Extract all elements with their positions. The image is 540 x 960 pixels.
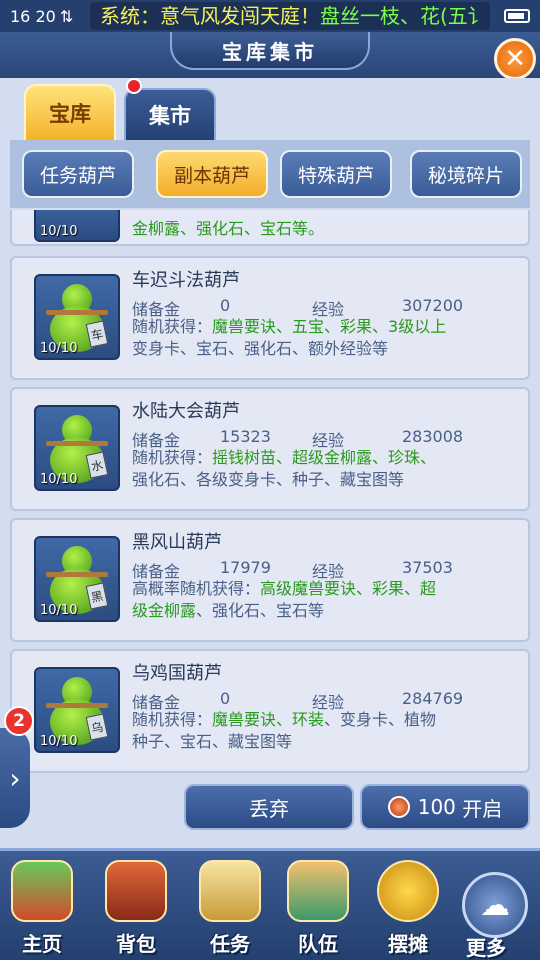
list-item[interactable]: 黑 10/10 黑风山葫芦 储备金 17979 经验 37503 高概率随机获得…	[10, 518, 530, 642]
item-count: 10/10	[40, 603, 78, 618]
item-drops: 随机获得：魔兽要诀、五宝、彩果、3级以上 变身卡、宝石、强化石、额外经验等	[132, 317, 447, 358]
nav-home[interactable]: 主页	[0, 860, 84, 960]
house-icon	[11, 860, 73, 922]
nav-label: 更多	[466, 936, 506, 960]
nav-label: 队伍	[298, 932, 338, 956]
nav-bag[interactable]: 背包	[94, 860, 178, 960]
nav-label: 任务	[210, 932, 250, 956]
team-icon	[287, 860, 349, 922]
exp-value: 307200	[402, 296, 464, 315]
exp-value: 283008	[402, 427, 464, 446]
item-name: 水陆大会葫芦	[132, 401, 240, 422]
nav-label: 主页	[22, 932, 62, 956]
exp-value: 284769	[402, 689, 464, 708]
item-count: 10/10	[40, 224, 78, 239]
tab-market[interactable]: 集市	[124, 88, 216, 142]
cloud-icon: ☁	[480, 887, 510, 923]
nav-label: 背包	[116, 932, 156, 956]
item-name: 黑风山葫芦	[132, 532, 222, 553]
chest-icon	[105, 860, 167, 922]
reserve-value: 17979	[220, 558, 271, 577]
notification-dot	[126, 78, 142, 94]
reserve-value: 0	[220, 689, 231, 708]
exp-value: 37503	[402, 558, 453, 577]
page-title: 宝库集市	[170, 32, 370, 70]
network-icon: ⇅	[59, 6, 74, 26]
gourd-list[interactable]: 10/10 金柳露、强化石、宝石等。 车 10/10 车迟斗法葫芦 储备金 0 …	[10, 210, 530, 780]
subtab-secret-fragment[interactable]: 秘境碎片	[410, 150, 522, 198]
item-count: 10/10	[40, 341, 78, 356]
coin-icon	[377, 860, 439, 922]
gourd-thumbnail: 水 10/10	[34, 405, 120, 491]
pot-icon	[387, 796, 410, 818]
system-marquee: 系统：意气风发闯天庭！盘丝一枝、花(五讠	[90, 2, 490, 30]
open-label: 开启	[462, 796, 503, 821]
item-name: 乌鸡国葫芦	[132, 663, 222, 684]
nav-team[interactable]: 队伍	[276, 860, 360, 960]
item-drops: 金柳露、强化石、宝石等。	[132, 219, 325, 238]
gourd-tag: 黑	[85, 582, 109, 610]
item-drops: 随机获得：魔兽要诀、环装、变身卡、植物 种子、宝石、藏宝图等	[132, 710, 437, 751]
item-name: 车迟斗法葫芦	[132, 270, 240, 291]
list-item[interactable]: 乌 10/10 乌鸡国葫芦 储备金 0 经验 284769 随机获得：魔兽要诀、…	[10, 649, 530, 773]
list-item-partial[interactable]: 10/10 金柳露、强化石、宝石等。	[10, 210, 530, 246]
notification-badge: 2	[4, 706, 34, 736]
status-time: 16 20	[10, 6, 56, 26]
gourd-tag: 车	[85, 320, 109, 348]
gourd-thumbnail: 10/10	[34, 210, 120, 242]
gourd-tag: 乌	[85, 713, 109, 741]
item-drops: 高概率随机获得：高级魔兽要诀、彩果、超 级金柳露、强化石、宝石等	[132, 579, 437, 620]
battery-icon	[504, 9, 530, 23]
subtab-special-gourd[interactable]: 特殊葫芦	[280, 150, 392, 198]
gourd-thumbnail: 车 10/10	[34, 274, 120, 360]
gourd-thumbnail: 乌 10/10	[34, 667, 120, 753]
subtab-task-gourd[interactable]: 任务葫芦	[22, 150, 134, 198]
nav-label: 摆摊	[388, 932, 428, 956]
discard-button[interactable]: 丢弃	[184, 784, 354, 830]
item-drops: 随机获得：摇钱树苗、超级金柳露、珍珠、 强化石、各级变身卡、种子、藏宝图等	[132, 448, 437, 489]
subtab-dungeon-gourd[interactable]: 副本葫芦	[156, 150, 268, 198]
more-button[interactable]: ☁	[462, 872, 528, 938]
status-bar: 16 20 ⇅ 系统：意气风发闯天庭！盘丝一枝、花(五讠	[0, 0, 540, 32]
tab-treasury[interactable]: 宝库	[24, 84, 116, 142]
gourd-tag: 水	[85, 451, 109, 479]
list-item[interactable]: 车 10/10 车迟斗法葫芦 储备金 0 经验 307200 随机获得：魔兽要诀…	[10, 256, 530, 380]
scroll-icon	[199, 860, 261, 922]
marquee-message-text: 盘丝一枝、花(五讠	[320, 4, 488, 28]
gourd-thumbnail: 黑 10/10	[34, 536, 120, 622]
item-count: 10/10	[40, 472, 78, 487]
reserve-value: 15323	[220, 427, 271, 446]
list-item[interactable]: 水 10/10 水陆大会葫芦 储备金 15323 经验 283008 随机获得：…	[10, 387, 530, 511]
close-button[interactable]: ✕	[494, 38, 536, 80]
open-button[interactable]: 100 开启	[360, 784, 530, 830]
reserve-value: 0	[220, 296, 231, 315]
nav-stall[interactable]: 摆摊	[366, 860, 450, 960]
open-cost: 100	[417, 795, 456, 819]
item-count: 10/10	[40, 734, 78, 749]
marquee-system-text: 系统：意气风发闯天庭！	[100, 4, 320, 28]
nav-tasks[interactable]: 任务	[188, 860, 272, 960]
side-expand-button[interactable]: ›	[0, 728, 30, 828]
